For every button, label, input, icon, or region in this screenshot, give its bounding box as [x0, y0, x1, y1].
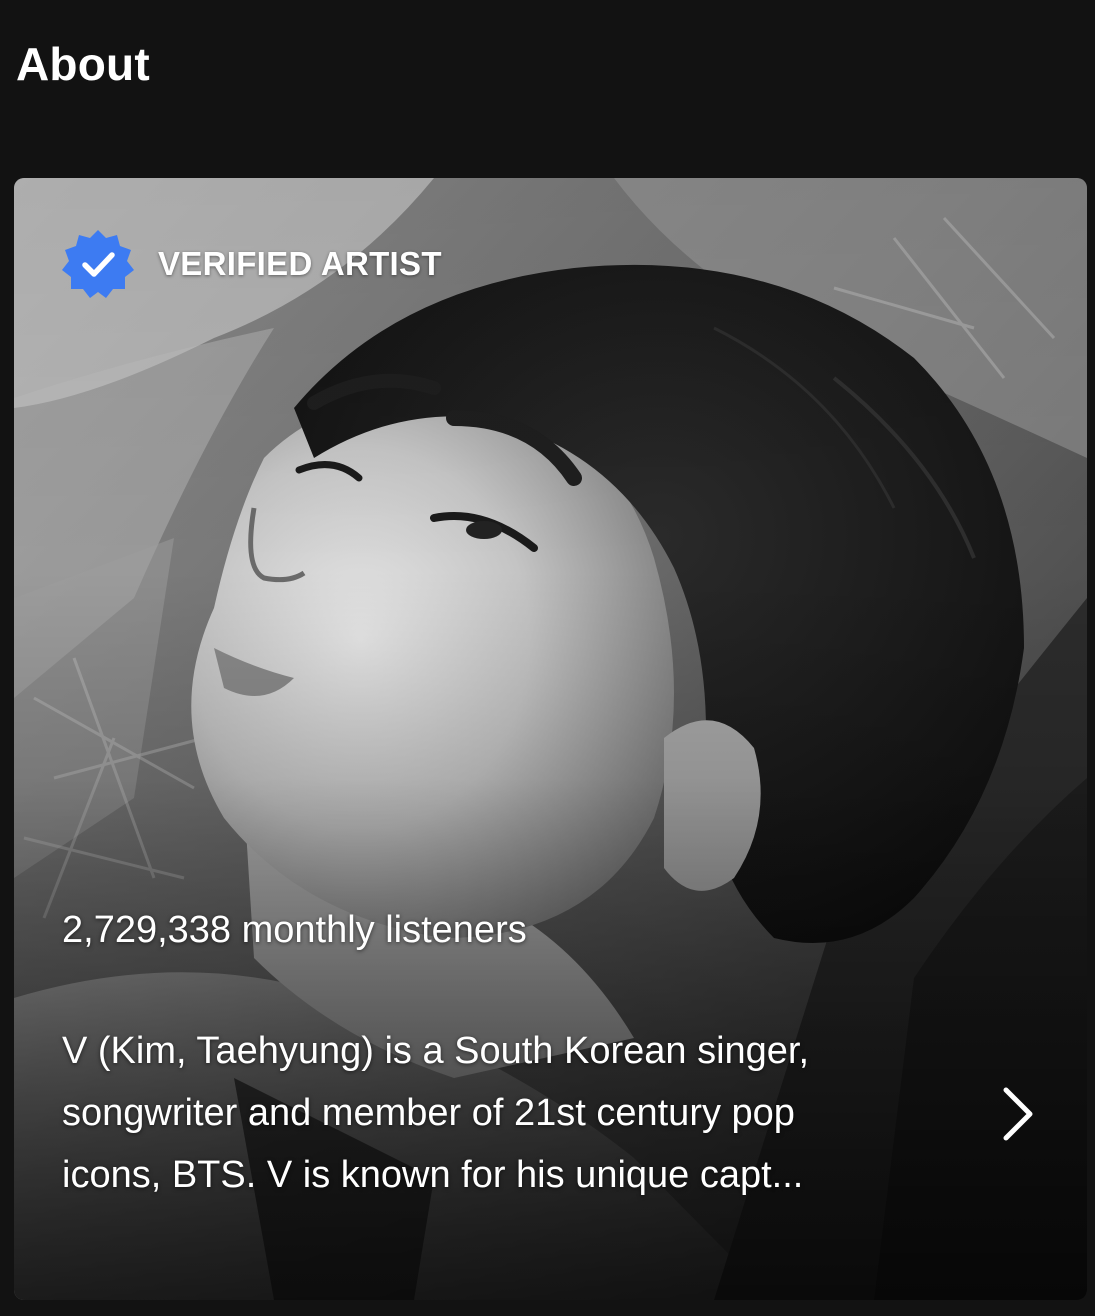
bio-line: songwriter and member of 21st century po… — [62, 1092, 795, 1134]
verified-artist-row: VERIFIED ARTIST — [62, 228, 442, 300]
verified-artist-label: VERIFIED ARTIST — [158, 245, 442, 282]
bio-line: V (Kim, Taehyung) is a South Korean sing… — [62, 1030, 810, 1072]
artist-bio[interactable]: V (Kim, Taehyung) is a South Korean sing… — [62, 1020, 962, 1206]
section-title: About — [16, 38, 150, 90]
chevron-right-icon[interactable] — [1000, 1084, 1036, 1144]
bio-line: icons, BTS. V is known for his unique ca… — [62, 1154, 804, 1196]
about-page: About VERIFIED ARTIST 2,729,338 monthly … — [0, 0, 1095, 1316]
monthly-listeners: 2,729,338 monthly listeners — [62, 909, 527, 951]
about-card[interactable]: VERIFIED ARTIST 2,729,338 monthly listen… — [14, 178, 1087, 1300]
verified-badge-icon — [62, 230, 134, 298]
